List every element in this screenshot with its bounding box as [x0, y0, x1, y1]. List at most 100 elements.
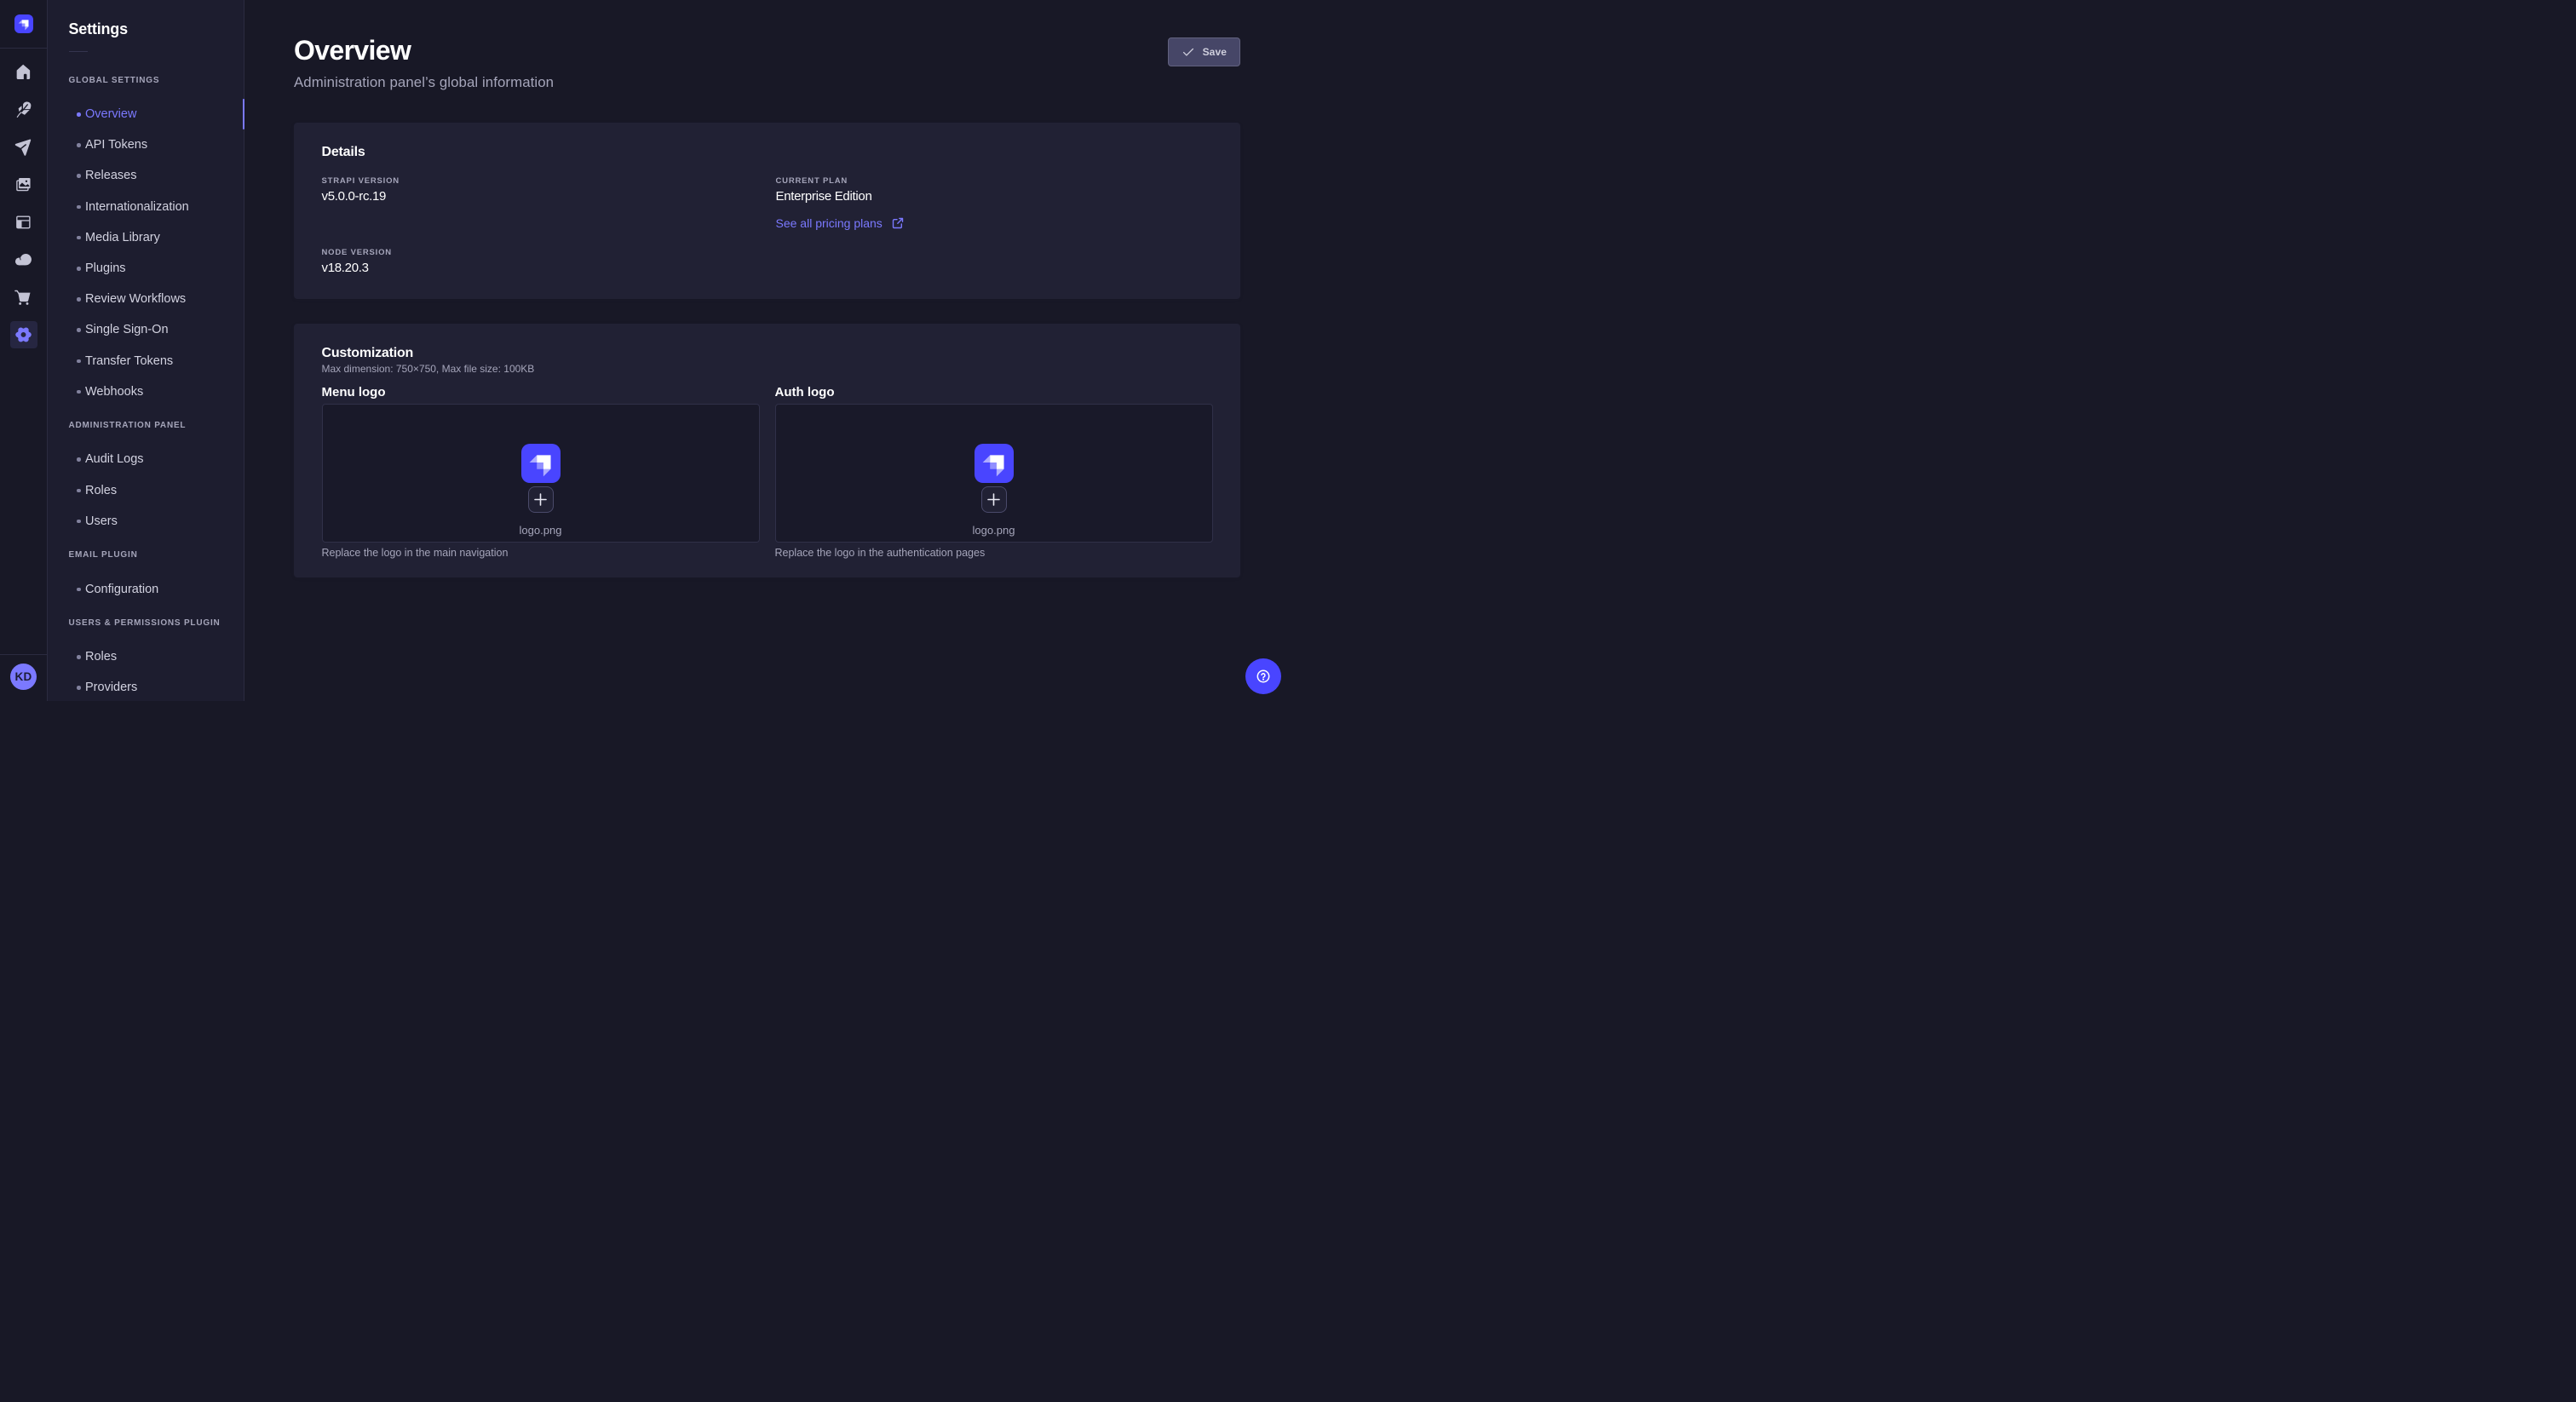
bullet-dot — [77, 143, 81, 147]
sidebar-item-providers[interactable]: Providers — [48, 672, 244, 703]
page-header: Overview Administration panel’s global i… — [244, 0, 1288, 93]
strapi-logo[interactable] — [14, 14, 33, 33]
sidebar-section: EMAIL PLUGINConfiguration — [48, 549, 244, 605]
sidebar-section-label: ADMINISTRATION PANEL — [69, 420, 244, 432]
bullet-dot — [77, 686, 81, 690]
bullet-dot — [77, 588, 81, 592]
settings-sidebar: Settings GLOBAL SETTINGSOverviewAPI Toke… — [48, 0, 244, 701]
customization-card: Customization Max dimension: 750×750, Ma… — [294, 324, 1240, 577]
auth-logo-add-button[interactable] — [981, 486, 1007, 513]
page-title: Overview — [294, 33, 1240, 67]
menu-logo-label: Menu logo — [322, 384, 760, 401]
bullet-dot — [77, 520, 81, 524]
sidebar-item-api-tokens[interactable]: API Tokens — [48, 129, 244, 160]
main-content: Overview Administration panel’s global i… — [244, 0, 1288, 701]
rail-item-content-manager[interactable] — [0, 91, 48, 129]
menu-logo-hint: Replace the logo in the main navigation — [322, 545, 760, 560]
sidebar-section-label: GLOBAL SETTINGS — [69, 75, 244, 87]
sidebar-item-label: Users — [85, 514, 118, 528]
home-icon — [13, 60, 38, 85]
rail-divider — [0, 48, 47, 49]
auth-logo-upload-box[interactable]: logo.png — [775, 404, 1213, 543]
strapi-mark-icon — [975, 444, 1014, 483]
bullet-dot — [77, 112, 81, 117]
rail-item-cloud[interactable] — [0, 241, 48, 279]
strapi-mark-icon — [521, 444, 561, 483]
sidebar-item-single-sign-on[interactable]: Single Sign-On — [48, 314, 244, 345]
save-button[interactable]: Save — [1168, 37, 1240, 66]
rail-item-media-library[interactable] — [0, 166, 48, 204]
bullet-dot — [77, 390, 81, 394]
sidebar-item-overview[interactable]: Overview — [48, 99, 244, 129]
rail-item-marketplace[interactable] — [0, 279, 48, 316]
sidebar-item-label: Roles — [85, 650, 117, 664]
settings-icon — [13, 322, 38, 348]
sidebar-item-audit-logs[interactable]: Audit Logs — [48, 444, 244, 474]
sidebar-item-configuration[interactable]: Configuration — [48, 573, 244, 604]
sidebar-item-label: Single Sign-On — [85, 323, 169, 336]
content-manager-icon — [13, 97, 38, 123]
sidebar-section-label: USERS & PERMISSIONS PLUGIN — [69, 618, 244, 629]
menu-logo-upload-box[interactable]: logo.png — [322, 404, 760, 543]
menu-logo-block: Menu logo logo.png Replace the logo in t… — [322, 384, 760, 560]
auth-logo-hint: Replace the logo in the authentication p… — [775, 545, 1213, 560]
auth-logo-block: Auth logo logo.png Replace the logo in t… — [775, 384, 1213, 560]
sidebar-item-label: Internationalization — [85, 200, 189, 214]
page-subtitle: Administration panel’s global informatio… — [294, 72, 1240, 93]
rail-divider-bottom — [0, 654, 47, 655]
details-col-left: STRAPI VERSION v5.0.0-rc.19 NODE VERSION… — [322, 175, 776, 278]
plus-icon — [534, 493, 547, 506]
menu-logo-filename: logo.png — [520, 523, 562, 538]
sidebar-item-label: Audit Logs — [85, 452, 144, 466]
cloud-icon — [13, 247, 38, 273]
sidebar-item-media-library[interactable]: Media Library — [48, 222, 244, 253]
sidebar-item-label: Releases — [85, 169, 136, 182]
bullet-dot — [77, 174, 81, 178]
sidebar-item-label: Overview — [85, 107, 136, 121]
bullet-dot — [77, 489, 81, 493]
rail-item-content-type-builder[interactable] — [0, 204, 48, 241]
customization-heading: Customization — [322, 345, 1213, 362]
strapi-version-field: STRAPI VERSION v5.0.0-rc.19 — [322, 175, 776, 206]
strapi-mark-icon — [14, 14, 33, 33]
rail-item-settings[interactable] — [0, 316, 48, 353]
bullet-dot — [77, 297, 81, 302]
menu-logo-add-button[interactable] — [528, 486, 554, 513]
sidebar-title-divider — [69, 51, 88, 52]
bullet-dot — [77, 655, 81, 659]
sidebar-item-internationalization[interactable]: Internationalization — [48, 192, 244, 222]
sidebar-item-label: API Tokens — [85, 138, 147, 152]
content-type-builder-icon — [13, 210, 38, 235]
customization-subheading: Max dimension: 750×750, Max file size: 1… — [322, 362, 1213, 376]
sidebar-item-releases[interactable]: Releases — [48, 160, 244, 191]
sidebar-section: USERS & PERMISSIONS PLUGIN Roles Providers — [48, 618, 244, 704]
question-icon — [1255, 668, 1272, 685]
help-button[interactable] — [1245, 658, 1281, 694]
rail-item-home[interactable] — [0, 54, 48, 91]
pricing-plans-link[interactable]: See all pricing plans — [776, 215, 905, 232]
sidebar-item-users[interactable]: Users — [48, 506, 244, 537]
sidebar-item-webhooks[interactable]: Webhooks — [48, 376, 244, 407]
rail-item-releases[interactable] — [0, 129, 48, 166]
sidebar-item-roles[interactable]: Roles — [48, 641, 244, 672]
menu-logo-preview — [521, 444, 561, 483]
bullet-dot — [77, 205, 81, 210]
node-version-field: NODE VERSION v18.20.3 — [322, 247, 776, 278]
sidebar-item-label: Providers — [85, 681, 137, 694]
auth-logo-filename: logo.png — [973, 523, 1015, 538]
user-avatar[interactable]: KD — [10, 664, 37, 690]
check-icon — [1182, 45, 1195, 59]
sidebar-item-transfer-tokens[interactable]: Transfer Tokens — [48, 346, 244, 376]
plus-icon — [987, 493, 1000, 506]
sidebar-section: GLOBAL SETTINGS Overview API Tokens Release… — [48, 75, 244, 407]
releases-icon — [13, 135, 38, 160]
sidebar-item-roles[interactable]: Roles — [48, 475, 244, 506]
details-card: Details STRAPI VERSION v5.0.0-rc.19 NODE… — [294, 123, 1240, 299]
external-link-icon — [891, 216, 905, 230]
details-col-right: CURRENT PLAN Enterprise Edition See all … — [776, 175, 1213, 278]
auth-logo-label: Auth logo — [775, 384, 1213, 401]
sidebar-item-plugins[interactable]: Plugins — [48, 253, 244, 284]
bullet-dot — [77, 359, 81, 364]
sidebar-item-review-workflows[interactable]: Review Workflows — [48, 284, 244, 314]
auth-logo-preview — [975, 444, 1014, 483]
